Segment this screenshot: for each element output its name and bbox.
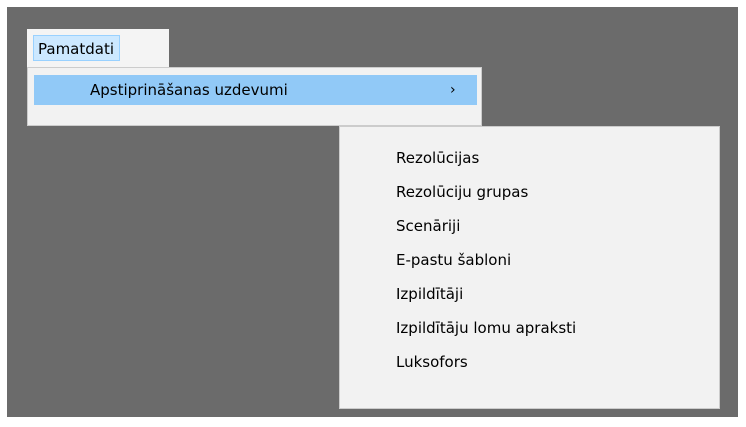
submenu-item-scenariji[interactable]: Scenāriji (340, 209, 719, 243)
menu-pamatdati[interactable]: Pamatdati (33, 35, 121, 61)
submenu-item-izpilditaju-lomu-apraksti[interactable]: Izpildītāju lomu apraksti (340, 311, 719, 345)
submenu-item-rezoluciju-grupas[interactable]: Rezolūciju grupas (340, 175, 719, 209)
chevron-right-icon: › (450, 82, 456, 98)
submenu: Rezolūcijas Rezolūciju grupas Scenāriji … (339, 126, 720, 409)
dropdown-menu: Apstiprināšanas uzdevumi › (27, 67, 482, 126)
menu-item-apstiprinasanas-uzdevumi[interactable]: Apstiprināšanas uzdevumi › (34, 75, 477, 105)
menu-item-label: Apstiprināšanas uzdevumi (90, 81, 288, 99)
menu-bar: Pamatdati (27, 29, 169, 67)
submenu-item-izpilditaji[interactable]: Izpildītāji (340, 277, 719, 311)
submenu-item-rezolucijas[interactable]: Rezolūcijas (340, 141, 719, 175)
submenu-item-luksofors[interactable]: Luksofors (340, 345, 719, 379)
submenu-item-e-pastu-sabloni[interactable]: E-pastu šabloni (340, 243, 719, 277)
